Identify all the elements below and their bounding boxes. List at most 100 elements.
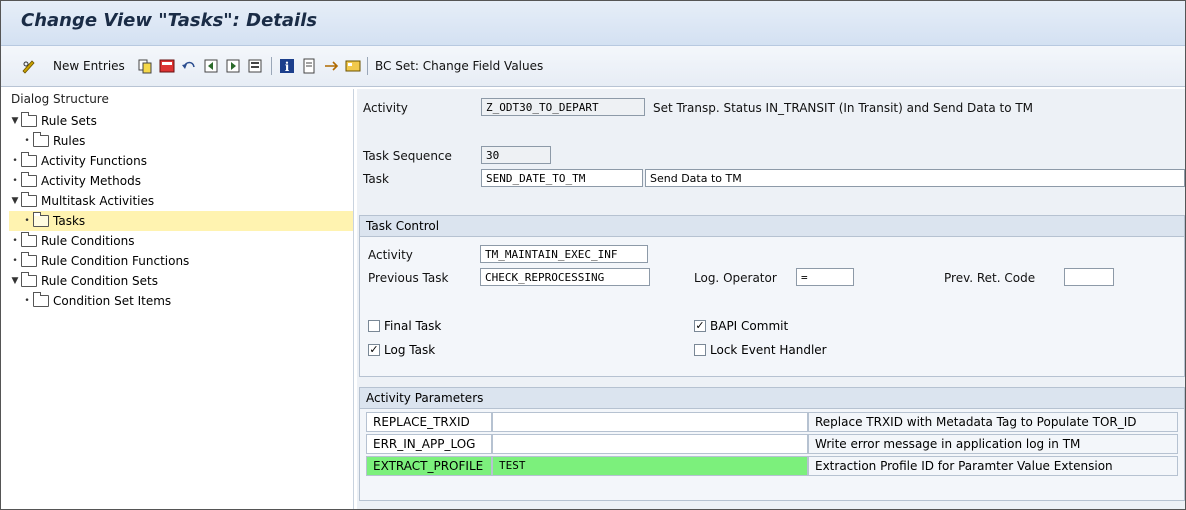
document-icon (303, 58, 315, 74)
tree-item-rule-sets[interactable]: ▼ Rule Sets (9, 111, 353, 131)
next-entry-icon (226, 59, 240, 73)
previous-entry-button[interactable] (203, 56, 219, 76)
toolbar-separator (367, 57, 368, 75)
copy-icon (138, 59, 152, 74)
task-control-group: Task Control Activity TM_MAINTAIN_EXEC_I… (359, 215, 1185, 377)
tree-item-condition-set-items[interactable]: • Condition Set Items (9, 291, 365, 311)
bullet-icon: • (24, 296, 30, 306)
previous-task-field[interactable]: CHECK_REPROCESSING (480, 268, 650, 286)
expand-down-icon[interactable]: ▼ (9, 196, 21, 206)
expand-down-icon[interactable]: ▼ (9, 116, 21, 126)
svg-text:i: i (285, 60, 290, 74)
tree-item-activity-methods[interactable]: • Activity Methods (9, 171, 353, 191)
transport-icon (345, 60, 361, 72)
delete-icon (159, 59, 175, 73)
param-value-field[interactable]: TEST (492, 456, 808, 476)
next-entry-button[interactable] (225, 56, 241, 76)
param-value-field[interactable] (492, 412, 808, 432)
open-folder-icon (33, 212, 49, 227)
task-field[interactable]: SEND_DATE_TO_TM (481, 169, 643, 187)
tree-label: Rules (53, 134, 86, 148)
navigate-button[interactable] (323, 56, 339, 76)
activity-parameters-title: Activity Parameters (360, 388, 1184, 409)
bullet-icon: • (12, 176, 18, 186)
param-description-cell: Extraction Profile ID for Paramter Value… (808, 456, 1178, 476)
tree-label: Rule Condition Sets (41, 274, 158, 288)
application-toolbar: New Entries i BC Set: Change Field Value… (1, 46, 1185, 87)
lock-event-handler-checkbox[interactable] (694, 344, 706, 356)
tree-label: Multitask Activities (41, 194, 155, 208)
display-change-button[interactable] (21, 56, 37, 76)
final-task-checkbox[interactable] (368, 320, 380, 332)
tc-activity-field[interactable]: TM_MAINTAIN_EXEC_INF (480, 245, 648, 263)
task-description-field[interactable]: Send Data to TM (645, 169, 1185, 187)
dialog-structure-header: Dialog Structure (11, 92, 109, 106)
task-sequence-field[interactable]: 30 (481, 146, 551, 164)
tree-label: Activity Methods (41, 174, 141, 188)
title-bar: Change View "Tasks": Details (1, 1, 1185, 46)
param-name-cell: EXTRACT_PROFILE (366, 456, 492, 476)
previous-task-label: Previous Task (368, 271, 449, 285)
tree-label: Tasks (53, 214, 86, 228)
tree-item-rule-conditions[interactable]: • Rule Conditions (9, 231, 353, 251)
tree-item-multitask-activities[interactable]: ▼ Multitask Activities (9, 191, 353, 211)
tree-label: Rule Condition Functions (41, 254, 190, 268)
navigate-icon (325, 61, 339, 71)
expand-down-icon[interactable]: ▼ (9, 276, 21, 286)
tc-activity-label: Activity (368, 248, 413, 262)
select-all-icon (248, 59, 262, 73)
folder-icon (21, 252, 37, 267)
copy-as-button[interactable] (137, 56, 153, 76)
tree-item-tasks[interactable]: • Tasks (9, 211, 353, 231)
bapi-commit-checkbox[interactable]: ✓ (694, 320, 706, 332)
activity-parameters-group: Activity Parameters REPLACE_TRXID Replac… (359, 387, 1185, 501)
folder-icon (21, 192, 37, 207)
bapi-commit-label: BAPI Commit (710, 319, 789, 333)
transport-button[interactable] (345, 56, 361, 76)
tree-item-rule-condition-sets[interactable]: ▼ Rule Condition Sets (9, 271, 353, 291)
activity-label: Activity (363, 101, 408, 115)
info-button[interactable]: i (279, 56, 295, 76)
folder-icon (21, 172, 37, 187)
tree-item-rules[interactable]: • Rules (9, 131, 365, 151)
activity-field[interactable]: Z_ODT30_TO_DEPART (481, 98, 645, 116)
new-entries-label: New Entries (53, 59, 125, 73)
bullet-icon: • (12, 256, 18, 266)
sap-window: Change View "Tasks": Details New Entries… (0, 0, 1186, 510)
page-title: Change View "Tasks": Details (21, 10, 318, 31)
new-entries-button[interactable]: New Entries (53, 56, 125, 76)
folder-icon (21, 232, 37, 247)
toolbar-separator (271, 57, 272, 75)
undo-change-button[interactable] (181, 56, 197, 76)
pencil-glasses-icon (22, 60, 35, 74)
tree-item-activity-functions[interactable]: • Activity Functions (9, 151, 353, 171)
tree-label: Rule Conditions (41, 234, 135, 248)
delete-button[interactable] (159, 56, 175, 76)
log-operator-label: Log. Operator (694, 271, 777, 285)
tree-item-rule-condition-functions[interactable]: • Rule Condition Functions (9, 251, 353, 271)
detail-area: Activity Z_ODT30_TO_DEPART Set Transp. S… (357, 89, 1185, 509)
activity-description: Set Transp. Status IN_TRANSIT (In Transi… (653, 101, 1034, 115)
bullet-icon: • (12, 156, 18, 166)
log-operator-field[interactable]: = (796, 268, 854, 286)
select-all-button[interactable] (247, 56, 263, 76)
tree-label: Condition Set Items (53, 294, 172, 308)
prev-entry-icon (204, 59, 218, 73)
param-name-cell: ERR_IN_APP_LOG (366, 434, 492, 454)
log-task-label: Log Task (384, 343, 436, 357)
prev-ret-code-field[interactable] (1064, 268, 1114, 286)
tree-label: Rule Sets (41, 114, 97, 128)
log-task-checkbox[interactable]: ✓ (368, 344, 380, 356)
task-label: Task (363, 172, 389, 186)
param-value-field[interactable] (492, 434, 808, 454)
prev-ret-code-label: Prev. Ret. Code (944, 271, 1036, 285)
folder-icon (33, 292, 49, 307)
info-icon: i (280, 59, 294, 74)
documentation-button[interactable] (301, 56, 317, 76)
bc-set-label: BC Set: Change Field Values (375, 59, 544, 73)
param-name-cell: REPLACE_TRXID (366, 412, 492, 432)
bullet-icon: • (12, 236, 18, 246)
bullet-icon: • (24, 216, 30, 226)
lock-event-handler-label: Lock Event Handler (710, 343, 827, 357)
bc-set-button[interactable]: BC Set: Change Field Values (375, 56, 543, 76)
